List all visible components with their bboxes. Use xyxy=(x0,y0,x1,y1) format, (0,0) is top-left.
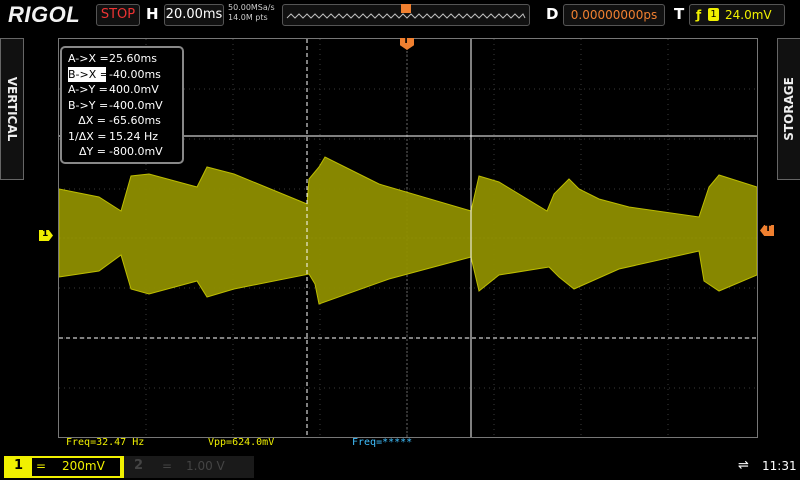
cursor-readout-row: A->Y =400.0mV xyxy=(68,82,159,97)
trigger-level-marker-label: T xyxy=(765,224,772,234)
cursor-readout-value: -65.60ms xyxy=(109,114,161,127)
cursor-readout-key: B->Y = xyxy=(68,98,109,112)
storage-tab-label: STORAGE xyxy=(782,77,796,141)
ch1-ground-marker[interactable]: 1 xyxy=(39,230,53,241)
ch2-scale: 1.00 V xyxy=(186,459,225,473)
brand-logo: RIGOL xyxy=(8,2,81,27)
trigger-level-marker[interactable]: T xyxy=(760,225,774,236)
top-status-bar: RIGOL STOP H 20.00ms 50.00MSa/s 14.0M pt… xyxy=(0,0,800,30)
cursor-readout-key: A->X = xyxy=(68,52,109,65)
cursor-readout-key: B->X = xyxy=(68,66,109,82)
memory-waveform-preview xyxy=(286,13,526,19)
cursor-readout-row: ΔX = -65.60ms xyxy=(68,113,161,128)
trigger-level: 24.0mV xyxy=(725,8,772,22)
ch1-settings[interactable]: 1 = 200mV xyxy=(4,456,124,478)
cursor-readout-row: B->Y =-400.0mV xyxy=(68,98,163,113)
cursor-readout-row: B->X =-40.00ms xyxy=(68,66,161,82)
sample-rate: 50.00MSa/s xyxy=(228,3,275,12)
horizontal-label: H xyxy=(146,5,159,23)
ch2-coupling: = xyxy=(162,459,173,473)
acquisition-info: 50.00MSa/s 14.0M pts xyxy=(228,3,275,23)
ch1-coupling: = xyxy=(36,459,47,473)
edge-trigger-icon: ƒ xyxy=(696,8,702,22)
vertical-tab[interactable]: VERTICAL xyxy=(0,38,24,180)
usb-icon: ⇌ xyxy=(738,458,749,473)
ch1-marker-label: 1 xyxy=(42,229,49,239)
memory-depth: 14.0M pts xyxy=(228,13,268,22)
measurement-vpp: Vpp=624.0mV xyxy=(208,437,275,448)
cursor-readout-value: -800.0mV xyxy=(109,145,163,158)
cursor-readout-row: 1/ΔX = 15.24 Hz xyxy=(68,129,158,144)
cursor-readout-value: 15.24 Hz xyxy=(109,129,159,143)
measurement-frequency: Freq=32.47 Hz xyxy=(66,437,145,448)
ch2-number: 2 xyxy=(134,458,144,473)
cursor-readout-value: 400.0mV xyxy=(109,83,159,96)
cursor-readout-value: -400.0mV xyxy=(109,98,163,112)
cursor-readout-key: ΔX = xyxy=(78,114,106,127)
run-stop-indicator[interactable]: STOP xyxy=(96,4,140,26)
memory-overview-bar[interactable] xyxy=(282,4,530,26)
delay-value[interactable]: 0.00000000ps xyxy=(563,4,665,26)
vertical-tab-label: VERTICAL xyxy=(5,76,19,142)
delay-label: D xyxy=(546,5,559,23)
system-clock: 11:31 xyxy=(762,459,797,473)
cursor-readout-key: A->Y = xyxy=(68,83,108,96)
timebase-value[interactable]: 20.00ms xyxy=(164,4,224,26)
ch1-number: 1 xyxy=(14,458,24,473)
cursor-readout-row: A->X =25.60ms xyxy=(68,51,157,66)
cursor-readout-row: ΔY = -800.0mV xyxy=(68,144,163,159)
cursor-readout-key: ΔY = xyxy=(79,145,106,158)
trigger-label: T xyxy=(674,5,685,23)
storage-tab[interactable]: STORAGE xyxy=(777,38,800,180)
cursor-readout-key: 1/ΔX = xyxy=(68,129,107,143)
cursor-readout-panel: A->X =25.60ms B->X =-40.00ms A->Y =400.0mV… xyxy=(60,46,184,164)
ch1-scale: 200mV xyxy=(62,459,105,473)
cursor-readout-value: 25.60ms xyxy=(109,52,157,65)
ch1-waveform xyxy=(59,156,757,305)
measurement-frequency-2: Freq=***** xyxy=(352,437,413,448)
trigger-channel-badge: 1 xyxy=(708,8,719,21)
cursor-readout-value: -40.00ms xyxy=(109,67,161,81)
memory-trigger-marker-icon xyxy=(401,4,411,13)
ch2-settings[interactable]: 2 = 1.00 V xyxy=(124,456,254,478)
trigger-settings[interactable]: ƒ 1 24.0mV xyxy=(689,4,785,26)
